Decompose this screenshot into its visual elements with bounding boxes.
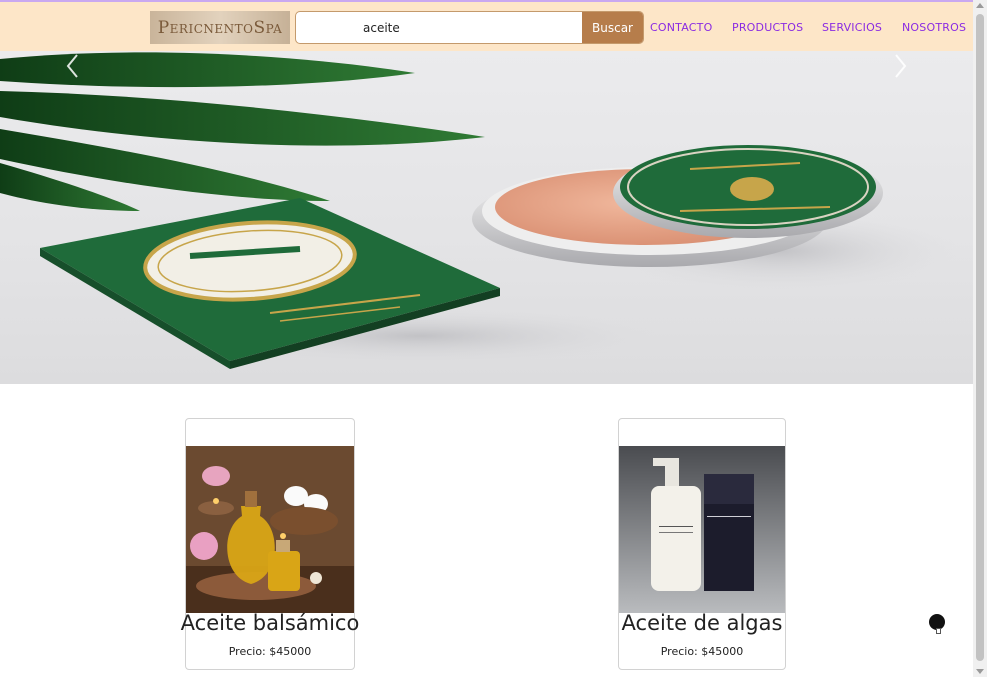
scroll-down-icon[interactable]	[976, 669, 984, 674]
nav-link-productos[interactable]: PRODUCTOS	[732, 21, 803, 34]
chat-widget-icon[interactable]	[929, 614, 945, 634]
search-button[interactable]: Buscar	[582, 12, 643, 43]
search-input[interactable]	[296, 12, 582, 43]
nav-link-servicios[interactable]: SERVICIOS	[822, 21, 882, 34]
product-name: Aceite de algas	[621, 611, 783, 635]
chevron-right-icon[interactable]	[890, 51, 910, 81]
product-card-aceite-balsamico[interactable]: Aceite balsámico Precio: $45000	[181, 418, 359, 670]
hero-carousel	[0, 51, 973, 384]
scrollbar-thumb[interactable]	[976, 14, 984, 661]
nav-link-nosotros[interactable]: NOSOTROS	[902, 21, 966, 34]
product-price: Precio: $45000	[228, 645, 312, 658]
top-navbar: PericnentoSpa Buscar CONTACTO PRODUCTOS …	[0, 0, 973, 51]
product-card-aceite-de-algas[interactable]: Aceite de algas Precio: $45000	[618, 418, 786, 670]
product-image	[619, 446, 785, 613]
brand-logo[interactable]: PericnentoSpa	[150, 11, 290, 44]
product-image	[186, 446, 354, 613]
brand-logo-text: PericnentoSpa	[157, 17, 283, 38]
chevron-left-icon[interactable]	[63, 51, 83, 81]
scroll-up-icon[interactable]	[976, 3, 984, 8]
search-bar: Buscar	[295, 11, 644, 44]
product-name: Aceite balsámico	[180, 611, 360, 635]
nav-link-contacto[interactable]: CONTACTO	[650, 21, 712, 34]
vertical-scrollbar[interactable]	[973, 0, 987, 677]
hero-banner-image	[0, 52, 960, 369]
product-price: Precio: $45000	[660, 645, 744, 658]
